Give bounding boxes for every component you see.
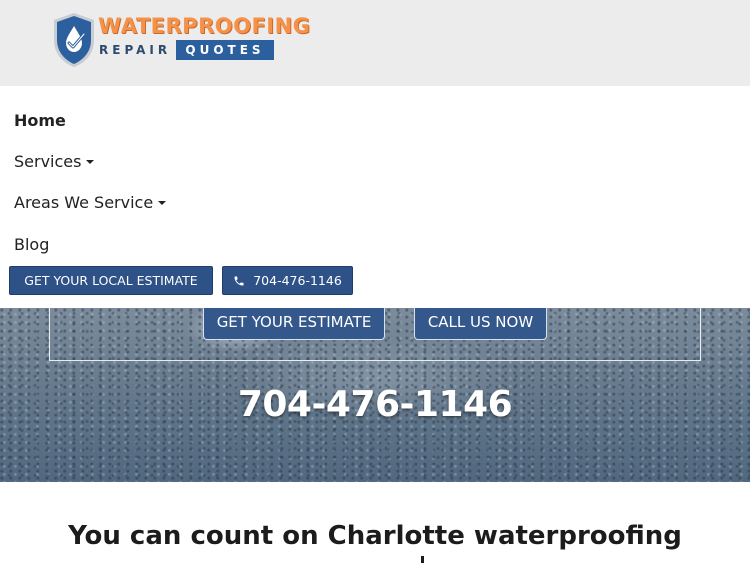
site-header: WATERPROOFING REPAIR QUOTES [0, 0, 750, 86]
heading-next-line-fragment [408, 556, 438, 563]
section-heading: You can count on Charlotte waterproofing [68, 521, 682, 551]
phone-icon [234, 276, 244, 286]
caret-down-icon [158, 201, 167, 205]
nav-item-areas-we-service[interactable]: Areas We Service [14, 193, 167, 212]
logo-text-repair: REPAIR [99, 43, 172, 57]
logo-text-quotes: QUOTES [176, 40, 274, 60]
hero-section: GET YOUR ESTIMATE CALL US NOW 704-476-11… [0, 308, 750, 482]
call-phone-button[interactable]: 704-476-1146 [222, 266, 353, 295]
site-logo[interactable]: WATERPROOFING REPAIR QUOTES [52, 12, 310, 70]
nav-item-label: Home [14, 111, 66, 130]
call-us-now-button[interactable]: CALL US NOW [414, 308, 547, 340]
logo-text-waterproofing: WATERPROOFING [98, 14, 311, 38]
nav-item-label: Areas We Service [14, 193, 154, 212]
nav-item-label: Services [14, 152, 82, 171]
nav-item-label: Blog [14, 235, 50, 254]
call-phone-label: 704-476-1146 [253, 273, 342, 288]
get-local-estimate-button[interactable]: GET YOUR LOCAL ESTIMATE [9, 266, 213, 295]
shield-check-icon [54, 13, 94, 67]
nav-item-home[interactable]: Home [14, 111, 66, 130]
nav-item-blog[interactable]: Blog [14, 235, 49, 254]
hero-phone-number[interactable]: 704-476-1146 [0, 384, 750, 425]
get-estimate-button[interactable]: GET YOUR ESTIMATE [203, 308, 385, 340]
caret-down-icon [86, 160, 95, 164]
nav-item-services[interactable]: Services [14, 152, 95, 171]
